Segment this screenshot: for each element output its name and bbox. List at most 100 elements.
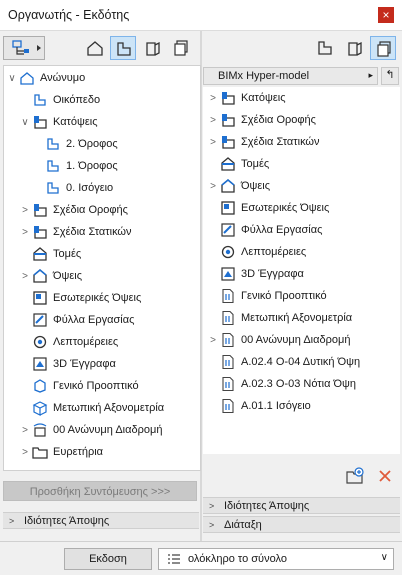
view-map-tree-item[interactable]: 0. Ισόγειο bbox=[33, 177, 113, 199]
view-map-tree-label: Όψεις bbox=[53, 270, 83, 282]
right-publisher-sets-tab[interactable] bbox=[370, 36, 396, 60]
publish-button[interactable]: Εκδοση bbox=[64, 548, 152, 570]
elevation-icon bbox=[221, 179, 235, 193]
view-map-tree-label: 3D Έγγραφα bbox=[53, 358, 116, 370]
view-map-tree-item[interactable]: > Σχέδια Οροφής bbox=[20, 199, 128, 221]
view-map-tree-item[interactable]: 3D Έγγραφα bbox=[20, 353, 116, 375]
page-icon bbox=[222, 376, 234, 392]
publisher-tree-item[interactable]: > Σχέδια Στατικών bbox=[208, 131, 320, 153]
publisher-tree-label: Μετωπική Αξονομετρία bbox=[241, 312, 353, 324]
view-map-tree-item[interactable]: Εσωτερικές Όψεις bbox=[20, 287, 141, 309]
publisher-tree-item[interactable]: Λεπτομέρειες bbox=[208, 241, 306, 263]
view-map-tree-label: Γενικό Προοπτικό bbox=[53, 380, 139, 392]
publisher-tree-item[interactable]: >00 Ανώνυμη Διαδρομή bbox=[208, 329, 350, 351]
right-view-properties-section[interactable]: > Ιδιότητες Άποψης bbox=[203, 497, 400, 514]
publisher-sets-tab[interactable] bbox=[168, 36, 194, 60]
publisher-tree-item[interactable]: A.02.4 Ο-04 Δυτική Όψη bbox=[208, 351, 360, 373]
view-map-tree-label: Φύλλα Εργασίας bbox=[53, 314, 135, 326]
view-map-tree-item[interactable]: Οικόπεδο bbox=[20, 89, 100, 111]
chevron-right-icon: > bbox=[209, 520, 215, 530]
chevron-right-icon[interactable]: > bbox=[208, 115, 218, 126]
left-toolbar bbox=[0, 31, 200, 64]
project-icon bbox=[20, 72, 34, 85]
chevron-right-icon[interactable]: > bbox=[20, 447, 30, 458]
right-view-map-tab[interactable] bbox=[312, 36, 338, 60]
view-map-tree-item[interactable]: > Σχέδια Στατικών bbox=[20, 221, 132, 243]
publisher-tree-item[interactable]: Εσωτερικές Όψεις bbox=[208, 197, 329, 219]
view-map-tree-label: Σχέδια Οροφής bbox=[53, 204, 128, 216]
publisher-tree-item[interactable]: Τομές bbox=[208, 153, 269, 175]
publisher-tree-item[interactable]: Φύλλα Εργασίας bbox=[208, 219, 322, 241]
tree-options-dropdown[interactable] bbox=[3, 36, 45, 60]
chevron-right-icon[interactable]: > bbox=[20, 227, 30, 238]
title-bar: Οργανωτής - Εκδότης × bbox=[0, 0, 402, 31]
view-map-tree-item[interactable]: ∨ Ανώνυμο bbox=[7, 67, 85, 89]
up-level-button[interactable]: ↰ bbox=[381, 67, 399, 85]
view-map-icon bbox=[117, 42, 131, 56]
chevron-right-icon[interactable]: > bbox=[208, 181, 218, 192]
publisher-tree-item[interactable]: > Όψεις bbox=[208, 175, 270, 197]
new-folder-icon[interactable] bbox=[345, 467, 365, 485]
add-shortcut-button[interactable]: Προσθήκη Συντόμευσης >>> bbox=[3, 481, 197, 501]
view-map-tab[interactable] bbox=[110, 36, 136, 60]
view-map-tree-item[interactable]: Μετωπική Αξονομετρία bbox=[20, 397, 164, 419]
chevron-down-icon[interactable]: ∨ bbox=[20, 117, 30, 128]
floorplan-icon bbox=[222, 136, 235, 149]
project-map-tab[interactable] bbox=[82, 36, 108, 60]
view-map-tree-item[interactable]: 1. Όροφος bbox=[33, 155, 118, 177]
view-map-tree-item[interactable]: >00 Ανώνυμη Διαδρομή bbox=[20, 419, 162, 441]
right-layout-book-tab[interactable] bbox=[342, 36, 368, 60]
publisher-set-selector[interactable]: BIMx Hyper-model ▸ bbox=[203, 67, 378, 85]
right-actions-bar bbox=[203, 454, 400, 494]
chevron-down-icon[interactable]: ∨ bbox=[7, 73, 17, 84]
view-map-tree-item[interactable]: ∨ Κατόψεις bbox=[20, 111, 98, 133]
section-icon bbox=[33, 247, 47, 261]
section-icon bbox=[221, 157, 235, 171]
publisher-tree-item[interactable]: Γενικό Προοπτικό bbox=[208, 285, 327, 307]
view-map-tree-item[interactable]: 2. Όροφος bbox=[33, 133, 118, 155]
chevron-right-icon[interactable]: > bbox=[20, 271, 30, 282]
publisher-tree-label: 00 Ανώνυμη Διαδρομή bbox=[241, 334, 351, 346]
publisher-tree-label: Εσωτερικές Όψεις bbox=[241, 202, 330, 214]
publisher-tree-label: Σχέδια Στατικών bbox=[241, 136, 320, 148]
publisher-tree-label: Σχέδια Οροφής bbox=[241, 114, 316, 126]
view-map-tree-label: 1. Όροφος bbox=[66, 160, 118, 172]
publisher-tree-item[interactable]: > Σχέδια Οροφής bbox=[208, 109, 316, 131]
floorplan-icon bbox=[222, 114, 235, 127]
view-map-tree-label: Σχέδια Στατικών bbox=[53, 226, 132, 238]
interior-elevation-icon bbox=[33, 291, 47, 305]
chevron-right-icon[interactable]: > bbox=[208, 137, 218, 148]
page-icon bbox=[222, 310, 234, 326]
view-map-tree-item[interactable]: Φύλλα Εργασίας bbox=[20, 309, 134, 331]
view-map-tree-item[interactable]: > Όψεις bbox=[20, 265, 82, 287]
view-map-tree-item[interactable]: Τομές bbox=[20, 243, 81, 265]
left-view-properties-section[interactable]: > Ιδιότητες Άποψης bbox=[3, 512, 199, 529]
publisher-tree-item[interactable]: A.02.3 Ο-03 Νότια Όψη bbox=[208, 373, 356, 395]
view-map-tree-item[interactable]: Λεπτομέρειες bbox=[20, 331, 118, 353]
layout-book-tab[interactable] bbox=[140, 36, 166, 60]
publisher-tree-item[interactable]: Μετωπική Αξονομετρία bbox=[208, 307, 352, 329]
view-map-tree-label: Εσωτερικές Όψεις bbox=[53, 292, 142, 304]
chevron-right-icon[interactable]: > bbox=[20, 425, 30, 436]
publisher-tree-item[interactable]: 3D Έγγραφα bbox=[208, 263, 304, 285]
publish-scope-select[interactable]: ολόκληρο το σύνολο ∨ bbox=[158, 548, 394, 570]
view-map-tree-item[interactable]: > Ευρετήρια bbox=[20, 441, 103, 463]
hierarchy-icon bbox=[12, 40, 41, 55]
view-map-tree-label: Τομές bbox=[53, 248, 82, 260]
section-title: Ιδιότητες Άποψης bbox=[24, 515, 110, 527]
page-icon bbox=[222, 398, 234, 414]
publisher-tree-item[interactable]: > Κατόψεις bbox=[208, 87, 286, 109]
chevron-right-icon[interactable]: > bbox=[208, 335, 218, 346]
publisher-tree-item[interactable]: A.01.1 Ισόγειο bbox=[208, 395, 311, 417]
delete-icon[interactable] bbox=[378, 469, 392, 483]
layout-section[interactable]: > Διάταξη bbox=[203, 516, 400, 533]
worksheet-icon bbox=[33, 313, 47, 327]
layout-book-icon bbox=[348, 41, 362, 56]
perspective-icon bbox=[34, 379, 46, 393]
publisher-tree-label: A.02.3 Ο-03 Νότια Όψη bbox=[241, 378, 356, 390]
chevron-right-icon[interactable]: > bbox=[20, 205, 30, 216]
floorplan-icon bbox=[222, 92, 235, 105]
close-button[interactable]: × bbox=[378, 7, 394, 23]
chevron-right-icon[interactable]: > bbox=[208, 93, 218, 104]
view-map-tree-item[interactable]: Γενικό Προοπτικό bbox=[20, 375, 139, 397]
